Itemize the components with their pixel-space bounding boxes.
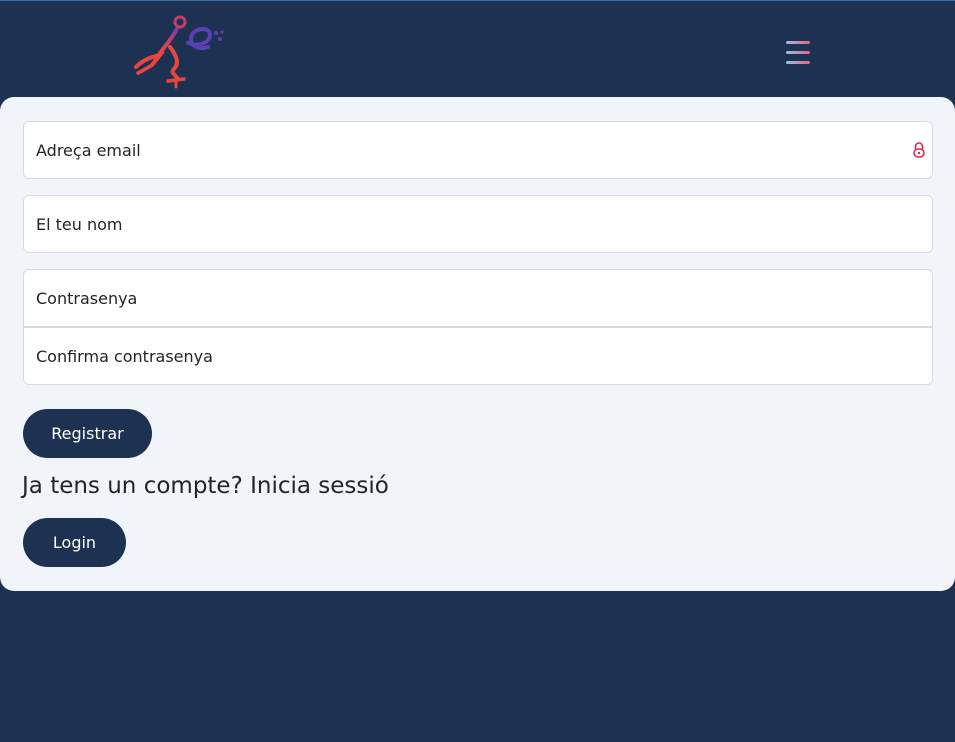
login-prompt-text: Ja tens un compte? Inicia sessió: [22, 473, 389, 499]
confirm-password-field-wrapper: [23, 327, 933, 385]
hamburger-menu-icon[interactable]: [782, 37, 812, 69]
menu-bar-middle: [786, 51, 810, 54]
brand-logo-icon[interactable]: [130, 13, 230, 91]
confirm-password-input[interactable]: [24, 328, 932, 384]
login-button[interactable]: Login: [23, 518, 126, 567]
name-field-wrapper: [23, 195, 933, 253]
register-button[interactable]: Registrar: [23, 409, 152, 458]
email-field-wrapper: [23, 121, 933, 179]
password-field-wrapper: [23, 269, 933, 327]
menu-bar-bottom: [786, 61, 810, 64]
register-card: Registrar Ja tens un compte? Inicia sess…: [0, 97, 955, 591]
lock-icon: [912, 141, 926, 159]
password-input[interactable]: [24, 270, 932, 326]
header: [0, 1, 955, 97]
email-input[interactable]: [24, 122, 932, 178]
menu-bar-top: [786, 41, 810, 44]
name-input[interactable]: [24, 196, 932, 252]
app-page: Registrar Ja tens un compte? Inicia sess…: [0, 0, 955, 742]
